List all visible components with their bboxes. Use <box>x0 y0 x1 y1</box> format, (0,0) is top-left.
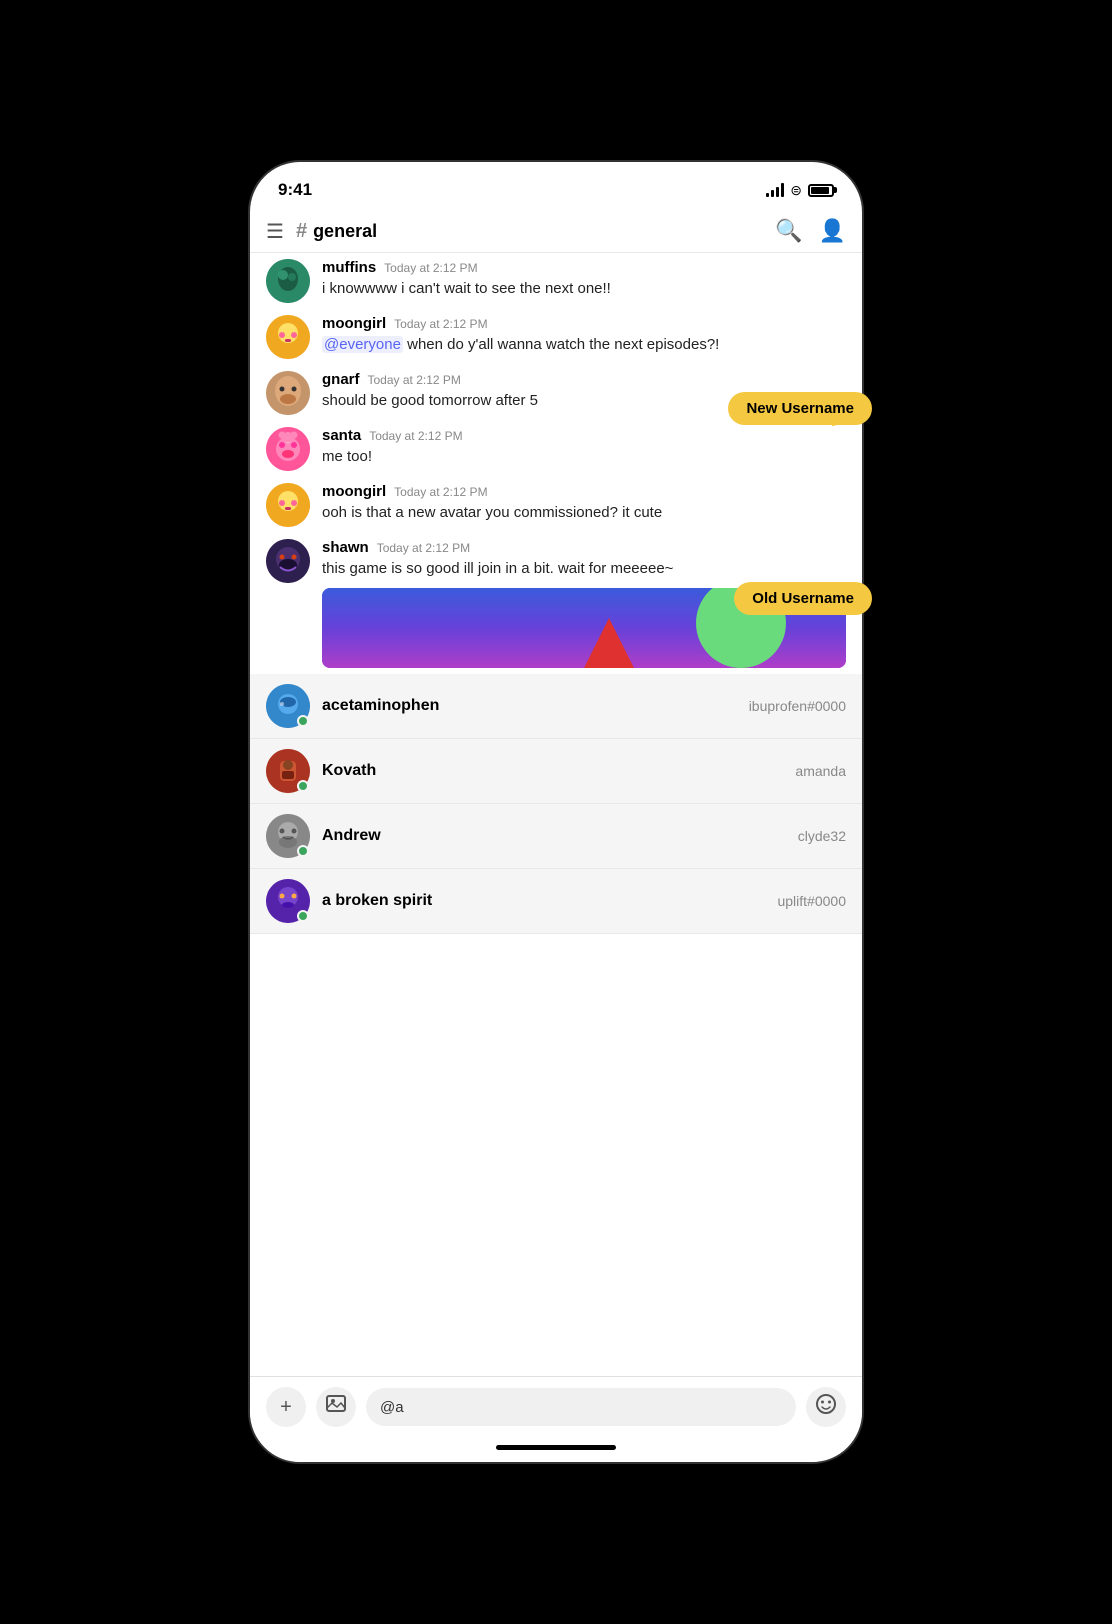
member-username: ibuprofen#0000 <box>749 698 846 714</box>
member-avatar-wrap <box>266 684 310 728</box>
avatar <box>266 483 310 527</box>
message-username: muffins <box>322 259 376 276</box>
message-username: gnarf <box>322 371 360 388</box>
messages-area: muffins Today at 2:12 PM i knowwww i can… <box>250 253 862 1376</box>
header-icons: 🔍 👤 <box>775 218 846 244</box>
message-content: shawn Today at 2:12 PM this game is so g… <box>322 539 846 668</box>
wifi-icon: ⊜ <box>790 182 802 199</box>
message-content: santa Today at 2:12 PM me too! <box>322 427 846 468</box>
message-text: i knowwww i can't wait to see the next o… <box>322 278 846 300</box>
image-icon <box>325 1393 347 1421</box>
message-username: moongirl <box>322 315 386 332</box>
battery-icon <box>808 184 834 197</box>
online-indicator <box>297 780 309 792</box>
message-content: moongirl Today at 2:12 PM ooh is that a … <box>322 483 846 524</box>
message-timestamp: Today at 2:12 PM <box>384 261 477 275</box>
home-indicator <box>250 1437 862 1462</box>
member-row: Kovath amanda <box>322 762 846 780</box>
avatar <box>266 259 310 303</box>
bottom-bar: + <box>250 1376 862 1437</box>
message-username: moongirl <box>322 483 386 500</box>
message-timestamp: Today at 2:12 PM <box>394 485 487 499</box>
member-avatar-wrap <box>266 749 310 793</box>
member-item[interactable]: acetaminophen ibuprofen#0000 <box>250 674 862 739</box>
member-display-name: acetaminophen <box>322 697 439 715</box>
image-button[interactable] <box>316 1387 356 1427</box>
member-item[interactable]: a broken spirit uplift#0000 <box>250 869 862 934</box>
status-bar: 9:41 ⊜ <box>250 162 862 210</box>
search-icon[interactable]: 🔍 <box>775 218 802 244</box>
message-header: gnarf Today at 2:12 PM <box>322 371 846 388</box>
message-item: gnarf Today at 2:12 PM should be good to… <box>250 365 862 421</box>
message-input[interactable] <box>366 1388 796 1426</box>
message-header: muffins Today at 2:12 PM <box>322 259 846 276</box>
channel-name: # general <box>296 220 763 243</box>
message-text: this game is so good ill join in a bit. … <box>322 558 846 580</box>
message-item: muffins Today at 2:12 PM i knowwww i can… <box>250 253 862 309</box>
message-content: gnarf Today at 2:12 PM should be good to… <box>322 371 846 412</box>
member-avatar-wrap <box>266 879 310 923</box>
member-item[interactable]: Andrew clyde32 <box>250 804 862 869</box>
message-item: moongirl Today at 2:12 PM ooh is that a … <box>250 477 862 533</box>
menu-icon[interactable]: ☰ <box>266 219 284 244</box>
status-time: 9:41 <box>278 180 312 200</box>
message-header: shawn Today at 2:12 PM <box>322 539 846 556</box>
home-bar <box>496 1445 616 1450</box>
member-row: Andrew clyde32 <box>322 827 846 845</box>
member-username: clyde32 <box>798 828 846 844</box>
avatar <box>266 371 310 415</box>
member-username: amanda <box>795 763 846 779</box>
message-header: santa Today at 2:12 PM <box>322 427 846 444</box>
avatar <box>266 427 310 471</box>
avatar <box>266 315 310 359</box>
message-timestamp: Today at 2:12 PM <box>369 429 462 443</box>
message-text: @everyone when do y'all wanna watch the … <box>322 334 846 356</box>
online-indicator <box>297 845 309 857</box>
member-username: uplift#0000 <box>777 893 846 909</box>
member-avatar-wrap <box>266 814 310 858</box>
message-content: moongirl Today at 2:12 PM @everyone when… <box>322 315 846 356</box>
member-row: acetaminophen ibuprofen#0000 <box>322 697 846 715</box>
message-content: muffins Today at 2:12 PM i knowwww i can… <box>322 259 846 300</box>
member-display-name: Andrew <box>322 827 381 845</box>
message-timestamp: Today at 2:12 PM <box>377 541 470 555</box>
signal-icon <box>766 183 784 197</box>
profile-icon[interactable]: 👤 <box>819 218 846 244</box>
member-display-name: Kovath <box>322 762 376 780</box>
message-username: santa <box>322 427 361 444</box>
avatar <box>266 539 310 583</box>
message-username: shawn <box>322 539 369 556</box>
message-header: moongirl Today at 2:12 PM <box>322 483 846 500</box>
channel-header: ☰ # general 🔍 👤 <box>250 210 862 253</box>
message-header: moongirl Today at 2:12 PM <box>322 315 846 332</box>
message-item: shawn Today at 2:12 PM this game is so g… <box>250 533 862 674</box>
message-text: me too! <box>322 446 846 468</box>
message-text: should be good tomorrow after 5 <box>322 390 846 412</box>
plus-icon: + <box>280 1396 292 1419</box>
member-row: a broken spirit uplift#0000 <box>322 892 846 910</box>
mention-tag: @everyone <box>322 336 403 353</box>
message-item: moongirl Today at 2:12 PM @everyone when… <box>250 309 862 365</box>
members-list: acetaminophen ibuprofen#0000 <box>250 674 862 934</box>
online-indicator <box>297 715 309 727</box>
emoji-button[interactable] <box>806 1387 846 1427</box>
online-indicator <box>297 910 309 922</box>
member-item[interactable]: Kovath amanda <box>250 739 862 804</box>
hash-icon: # <box>296 220 307 243</box>
message-item: santa Today at 2:12 PM me too! <box>250 421 862 477</box>
emoji-icon <box>815 1393 837 1421</box>
add-button[interactable]: + <box>266 1387 306 1427</box>
channel-title: general <box>313 221 377 242</box>
message-text: ooh is that a new avatar you commissione… <box>322 502 846 524</box>
member-display-name: a broken spirit <box>322 892 432 910</box>
status-icons: ⊜ <box>766 182 834 199</box>
message-timestamp: Today at 2:12 PM <box>368 373 461 387</box>
image-attachment <box>322 588 846 668</box>
message-timestamp: Today at 2:12 PM <box>394 317 487 331</box>
